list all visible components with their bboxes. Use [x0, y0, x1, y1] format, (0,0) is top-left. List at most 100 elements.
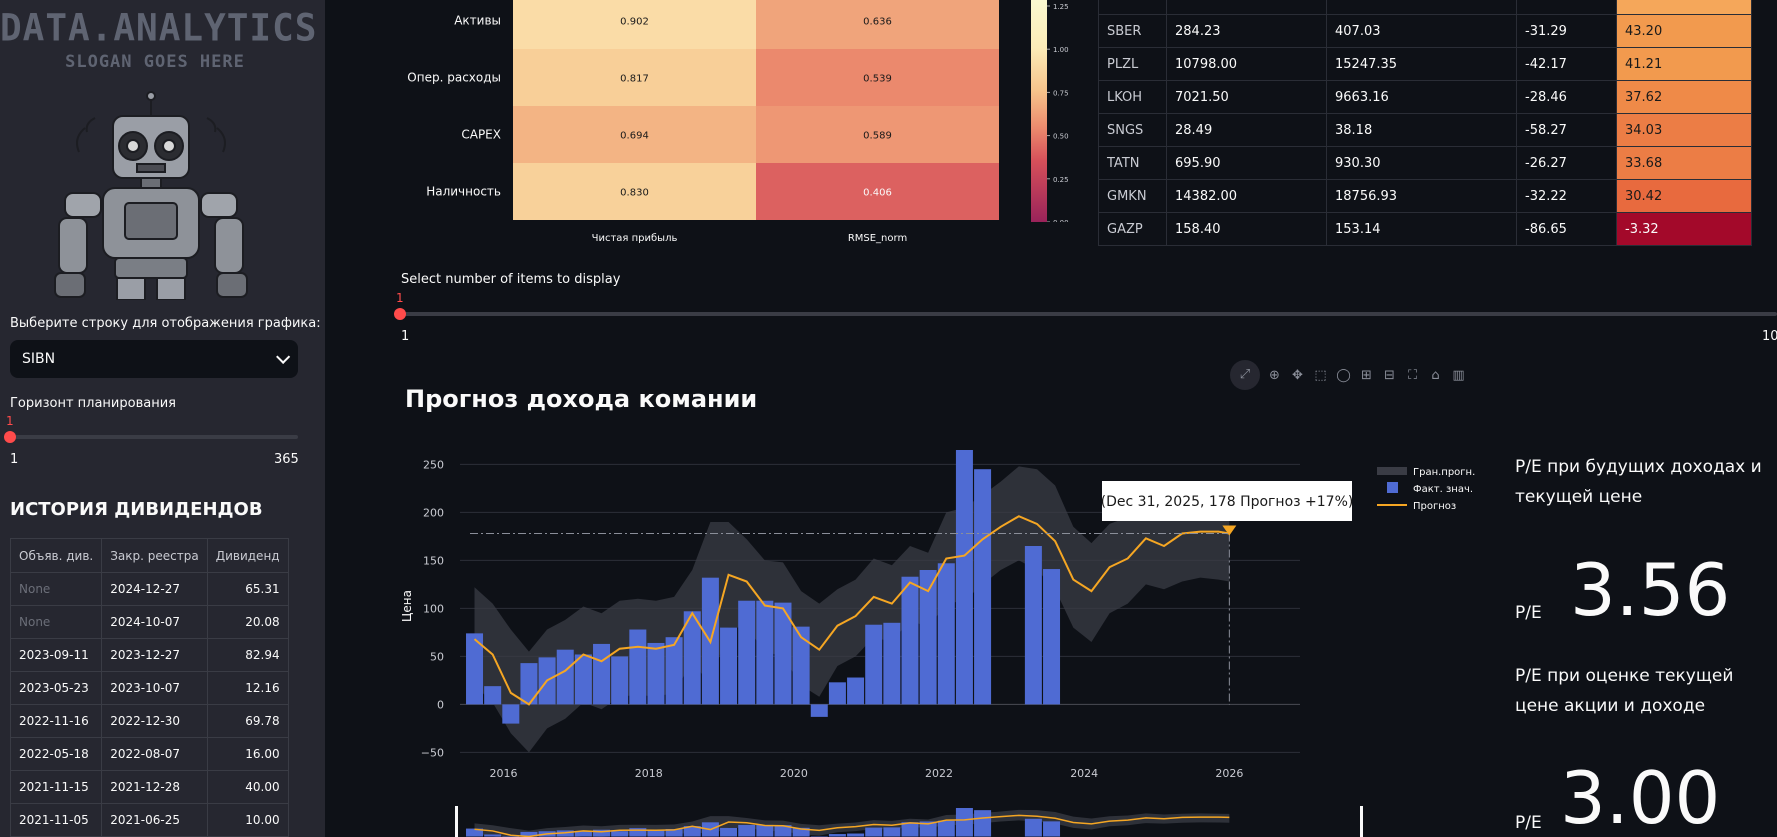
table-cell: 30.42	[1616, 179, 1752, 213]
heatmap-cell-value: 0.817	[620, 74, 649, 85]
actual-bar	[593, 643, 611, 705]
horizon-slider-value: 1	[6, 414, 14, 428]
colorbar-tick-label: 1.00	[1053, 46, 1069, 54]
table-cell: -26.27	[1516, 146, 1617, 180]
range-slider-bar	[1043, 821, 1061, 837]
heatmap-col-label: RMSE_norm	[848, 233, 907, 244]
table-row: None 2024-12-27 65.31	[9, 572, 289, 606]
heatmap-cell-value: 0.589	[863, 131, 892, 142]
heatmap-col-label: Чистая прибыль	[592, 233, 678, 244]
items-slider-track[interactable]	[401, 312, 1777, 316]
actual-bar	[974, 469, 992, 705]
table-cell: None	[9, 605, 103, 639]
colorbar-tick-label: 0.50	[1053, 133, 1069, 141]
table-cell: LKOH	[1098, 80, 1167, 114]
table-cell: 695.90	[1166, 146, 1327, 180]
box-select-icon[interactable]: ⬚	[1312, 367, 1329, 384]
horizon-slider-track[interactable]	[10, 435, 298, 439]
table-cell: 9663.16	[1326, 80, 1517, 114]
forecast-chart[interactable]: 250 200 150 100 50 0 −50 Цена 2016 2018 2020 2022 20…	[395, 440, 1485, 837]
range-slider-bar	[1024, 818, 1042, 837]
table-cell: 2023-09-11	[9, 638, 103, 672]
table-cell: -42.17	[1516, 47, 1617, 81]
chart-x-tick-label: 2020	[780, 767, 808, 780]
items-slider-max: 10	[1762, 329, 1777, 344]
actual-bar	[828, 682, 846, 705]
table-row: LKOH 7021.50 9663.16 -28.46 37.62	[1098, 80, 1752, 114]
plotly-logo-icon[interactable]: ▥	[1450, 367, 1467, 384]
actual-bar	[810, 704, 828, 717]
range-slider-bar	[865, 827, 883, 837]
legend-item[interactable]: Гран.прогн.	[1413, 467, 1475, 478]
table-row: 2023-05-23 2023-10-07 12.16	[9, 671, 289, 705]
range-slider-bar	[974, 810, 992, 837]
table-cell: 40.00	[206, 770, 289, 804]
colorbar-tick-label: 1.25	[1053, 3, 1069, 11]
pe-future-value: 3.56	[1570, 548, 1731, 632]
legend-item[interactable]: Факт. знач.	[1413, 484, 1473, 495]
robot-illustration	[54, 91, 248, 300]
table-cell: 41.21	[1616, 47, 1752, 81]
row-select-dropdown[interactable]: SIBN	[10, 340, 298, 378]
actual-bar	[847, 677, 865, 705]
ticker-table: SBER 284.23 407.03 -31.29 43.20 PLZL 10798.00 1…	[1098, 0, 1752, 246]
table-cell: 2024-10-07	[101, 605, 208, 639]
heatmap-row-label: CAPEX	[461, 128, 501, 142]
horizon-slider-max: 365	[274, 452, 299, 467]
autoscale-icon[interactable]: ⛶	[1404, 367, 1421, 384]
table-cell: 2022-08-07	[101, 737, 208, 771]
pan-icon[interactable]: ✥	[1289, 367, 1306, 384]
range-slider-bar	[611, 831, 629, 837]
actual-bar	[738, 600, 756, 705]
fullscreen-icon[interactable]: ⤢	[1230, 360, 1260, 390]
table-cell: 2021-12-28	[101, 770, 208, 804]
table-row: GAZP 158.40 153.14 -86.65 -3.32	[1098, 212, 1752, 246]
dividends-col-header[interactable]: Объяв. див.	[9, 538, 103, 573]
table-cell: 2022-11-16	[9, 704, 103, 738]
actual-bar	[1043, 569, 1061, 705]
lasso-icon[interactable]: ◯	[1335, 367, 1352, 384]
heatmap-cell-value: 0.636	[863, 17, 892, 28]
items-slider-thumb[interactable]	[394, 308, 406, 320]
heatmap-cell-value: 0.694	[620, 131, 649, 142]
dividends-col-header[interactable]: Закр. реестра	[101, 538, 208, 573]
zoom-in-icon[interactable]: ⊞	[1358, 367, 1375, 384]
dividends-col-header[interactable]: Дивиденд	[206, 538, 289, 573]
table-cell: 158.40	[1166, 212, 1327, 246]
legend-item[interactable]: Прогноз	[1413, 501, 1456, 512]
zoom-out-icon[interactable]: ⊟	[1381, 367, 1398, 384]
chart-y-tick-label: 50	[430, 650, 444, 663]
actual-bar	[937, 563, 955, 705]
horizon-slider-thumb[interactable]	[4, 431, 16, 443]
table-row: SNGS 28.49 38.18 -58.27 34.03	[1098, 113, 1752, 147]
colorbar-tick-label: 0.00	[1053, 219, 1069, 222]
range-slider-bar	[847, 833, 865, 837]
chart-tooltip: (Dec 31, 2025, 178 Прогноз +17%)	[1101, 481, 1353, 521]
chart-legend: Гран.прогн. Факт. знач. Прогноз	[1377, 467, 1475, 512]
table-cell	[1098, 0, 1167, 15]
colorbar-gradient	[1031, 0, 1047, 222]
table-cell: 7021.50	[1166, 80, 1327, 114]
range-slider-left-handle[interactable]	[455, 806, 458, 837]
home-icon[interactable]: ⌂	[1427, 367, 1444, 384]
table-cell: 2022-12-30	[101, 704, 208, 738]
actual-bar	[901, 576, 919, 705]
table-cell: 407.03	[1326, 14, 1517, 48]
actual-bar	[484, 686, 502, 705]
table-cell: 930.30	[1326, 146, 1517, 180]
table-cell: GAZP	[1098, 212, 1167, 246]
chart-x-tick-label: 2022	[925, 767, 953, 780]
table-cell: 2021-06-25	[101, 803, 208, 837]
table-cell: GMKN	[1098, 179, 1167, 213]
table-cell: PLZL	[1098, 47, 1167, 81]
table-cell: 82.94	[206, 638, 289, 672]
zoom-icon[interactable]: ⊕	[1266, 367, 1283, 384]
range-slider-right-handle[interactable]	[1360, 806, 1363, 837]
table-cell: -86.65	[1516, 212, 1617, 246]
table-row: 2022-05-18 2022-08-07 16.00	[9, 737, 289, 771]
colorbar-tick-label: 0.75	[1053, 89, 1069, 97]
actual-bar	[1024, 546, 1042, 705]
table-cell: SNGS	[1098, 113, 1167, 147]
chart-x-tick-label: 2024	[1070, 767, 1098, 780]
horizon-label: Горизонт планирования	[10, 396, 176, 411]
